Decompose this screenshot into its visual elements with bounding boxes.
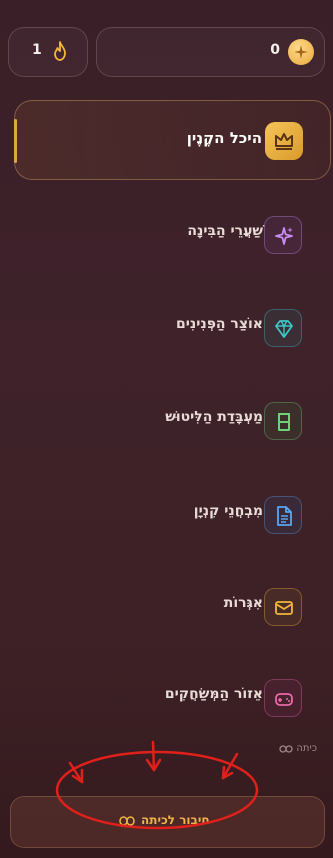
active-indicator [14,119,17,163]
annotation-arrow [221,752,239,780]
nav-item-games-area[interactable]: אֵזוֹר הַמְּשַׂחֲקִים [14,658,331,738]
diamond-icon [275,320,293,338]
class-connection-status: כיתה [279,743,317,755]
beaker-icon-box [264,402,302,440]
annotation-arrow [68,761,84,784]
nav-item-label: מִבְחֲנֵי קִנְיָן [193,503,263,519]
streak-count: 1 [32,42,42,58]
beaker-icon [278,413,290,431]
link-icon [279,744,293,753]
nav-item-hall[interactable]: היכל הקֶנֶין [14,100,331,180]
points-counter[interactable]: 0 [96,27,325,77]
nav-item-letters[interactable]: אִגְּרוֹת [14,567,331,647]
join-class-button[interactable]: חיבור לכיתה [10,796,325,848]
join-class-label: חיבור לכיתה [141,813,210,827]
sparkles-icon-box [264,216,302,254]
gamepad-icon-box [264,679,302,717]
nav-item-label: מַעְבָּדַת הַלִּיטוּשׁ [165,409,263,425]
points-count: 0 [270,42,280,58]
nav-item-label: אֵזוֹר הַמְּשַׂחֲקִים [164,686,263,702]
nav-item-label: אִגְּרוֹת [223,595,263,611]
top-stats-bar: 1 0 [8,27,325,77]
document-icon [277,506,292,526]
nav-item-wisdom-gates[interactable]: שַׁעֲרֵי הַבִּינָה [14,195,331,275]
nav-item-polishing-lab[interactable]: מַעְבָּדַת הַלִּיטוּשׁ [14,381,331,461]
nav-item-label: אוֹצַר הַפְּנִינִים [176,316,263,332]
document-icon-box [264,496,302,534]
crown-icon [275,133,293,150]
diamond-icon-box [264,309,302,347]
coin-icon [288,39,314,65]
flame-icon [54,41,66,61]
nav-item-label: היכל הקֶנֶין [186,129,262,147]
nav-item-label: שַׁעֲרֵי הַבִּינָה [187,223,263,239]
nav-item-acquisition-tests[interactable]: מִבְחֲנֵי קִנְיָן [14,475,331,555]
streak-counter[interactable]: 1 [8,27,88,77]
gamepad-icon [275,693,293,706]
annotation-arrow [145,740,162,772]
sparkles-icon [275,227,293,245]
nav-item-pearls-treasury[interactable]: אוֹצַר הַפְּנִינִים [14,288,331,368]
link-icon [119,816,135,826]
class-status-label: כיתה [296,743,317,754]
envelope-icon [275,601,293,615]
envelope-icon-box [264,588,302,626]
crown-icon-box [265,122,303,160]
